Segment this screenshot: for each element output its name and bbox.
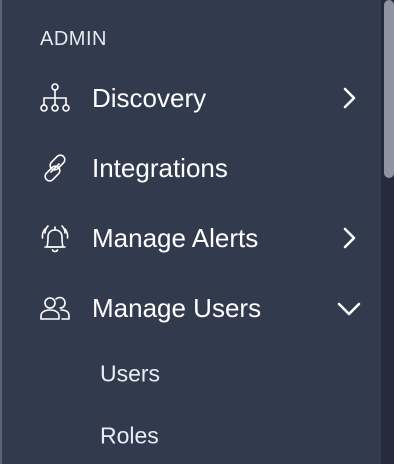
sidebar-subitem-label: Roles [100,422,159,449]
sidebar-subitem-label: Users [100,360,161,387]
users-icon [38,291,72,325]
sidebar-item-manage-users[interactable]: Manage Users [0,281,380,335]
sidebar-item-label: Manage Users [92,292,262,323]
link-icon [38,151,72,185]
sidebar-item-integrations[interactable]: Integrations [0,141,380,195]
sidebar-item-manage-alerts[interactable]: Manage Alerts [0,211,380,265]
hierarchy-icon [38,81,72,115]
chevron-right-icon[interactable] [336,225,362,251]
sidebar-item-label: Discovery [92,82,207,113]
admin-sidebar: ADMIN Discovery Integrations Manage Aler… [0,0,394,464]
sidebar-subitem-users[interactable]: Users [0,351,380,397]
section-title-admin: ADMIN [40,28,107,50]
sidebar-item-discovery[interactable]: Discovery [0,71,380,125]
sidebar-item-label: Integrations [92,152,228,183]
sidebar-item-label: Manage Alerts [92,222,259,253]
alarm-bell-icon [38,221,72,255]
chevron-down-icon[interactable] [336,295,362,321]
chevron-right-icon[interactable] [336,85,362,111]
scrollbar-thumb[interactable] [384,0,394,178]
sidebar-subitem-roles[interactable]: Roles [0,413,380,459]
